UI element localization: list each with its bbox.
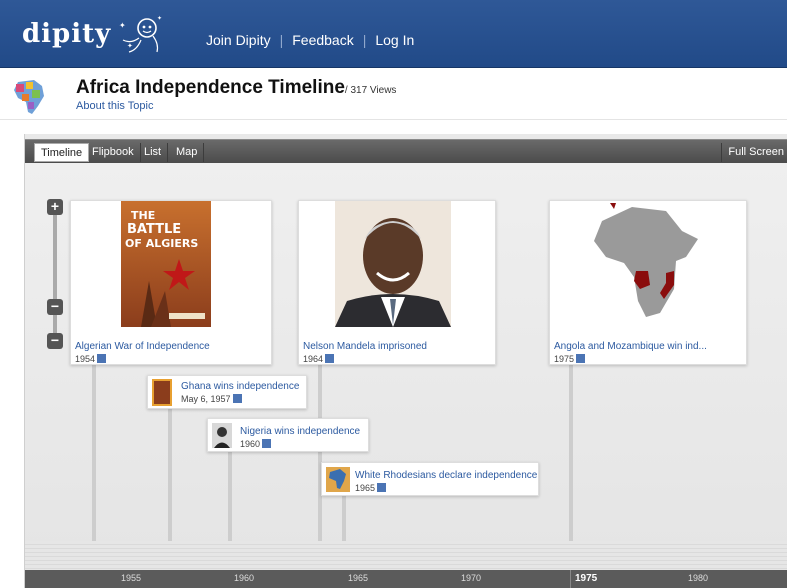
- event-title[interactable]: Nelson Mandela imprisoned: [303, 341, 427, 352]
- sprite-mascot-icon: ✦ ✦ ✦: [119, 15, 162, 53]
- rhodesia-map-graphic: [329, 469, 346, 489]
- tab-list[interactable]: List: [138, 143, 169, 162]
- africa-map-image: [586, 201, 702, 327]
- event-date-text: 1954: [75, 354, 96, 364]
- event-title[interactable]: White Rhodesians declare independence: [355, 470, 537, 481]
- event-stem: [318, 363, 322, 549]
- event-stem: [92, 363, 96, 545]
- link-icon[interactable]: [262, 439, 272, 448]
- axis-tick-label: 1980: [688, 573, 709, 583]
- nav-separator: |: [279, 32, 284, 48]
- zoom-handle[interactable]: −: [47, 299, 63, 315]
- event-date: 1975: [554, 354, 586, 364]
- event-date: 1965: [355, 483, 387, 493]
- nigeria-thumbnail-image: [212, 423, 232, 448]
- ghana-thumbnail-image: [152, 379, 172, 406]
- portrait-graphic: [335, 218, 451, 327]
- site-header: dipity ✦ ✦ ✦ Join Dipity | Feedback | Lo…: [0, 0, 787, 68]
- axis-tick-label: 1955: [121, 573, 142, 583]
- login-link[interactable]: Log In: [375, 32, 414, 48]
- link-icon[interactable]: [232, 394, 242, 403]
- nelson-mandela-photo-image: [335, 201, 451, 327]
- join-link[interactable]: Join Dipity: [206, 32, 271, 48]
- topic-bar: Africa Independence Timeline/ 317 Views …: [0, 68, 787, 120]
- tab-map[interactable]: Map: [170, 143, 205, 162]
- link-icon[interactable]: [97, 354, 107, 363]
- map-graphic: [594, 203, 698, 317]
- link-icon[interactable]: [377, 483, 387, 492]
- link-icon[interactable]: [325, 354, 335, 363]
- event-date: 1964: [303, 354, 335, 364]
- event-date-text: 1975: [554, 354, 575, 364]
- axis-tick-label: 1960: [234, 573, 255, 583]
- link-icon[interactable]: [576, 354, 586, 363]
- top-nav: Join Dipity | Feedback | Log In: [206, 32, 414, 48]
- current-year-marker: [570, 570, 571, 588]
- poster-title-line3: OF ALGIERS: [125, 237, 198, 250]
- logo-text: dipity: [22, 19, 112, 49]
- event-title[interactable]: Nigeria wins independence: [240, 426, 360, 437]
- about-topic-link[interactable]: About this Topic: [76, 100, 153, 112]
- svg-text:✦: ✦: [119, 21, 126, 30]
- event-date-text: 1960: [240, 439, 261, 449]
- zoom-out-icon[interactable]: −: [47, 333, 63, 349]
- time-axis[interactable]: 1955 1960 1965 1970 1975 1980: [25, 570, 787, 588]
- zoom-in-icon[interactable]: +: [47, 199, 63, 215]
- svg-text:✦: ✦: [157, 15, 162, 22]
- poster-title-line2: BATTLE: [127, 222, 181, 237]
- event-card-angola-mozambique[interactable]: Angola and Mozambique win ind... 1975: [549, 200, 747, 365]
- event-date-text: 1964: [303, 354, 324, 364]
- event-title[interactable]: Ghana wins independence: [181, 381, 299, 392]
- axis-tick-label-current: 1975: [575, 573, 598, 584]
- nav-separator: |: [362, 32, 367, 48]
- svg-text:✦: ✦: [127, 42, 133, 50]
- event-card-algeria[interactable]: THE BATTLE OF ALGIERS Algerian War of In…: [70, 200, 272, 365]
- topic-title-text: Africa Independence Timeline: [76, 77, 345, 98]
- tab-timeline[interactable]: Timeline: [34, 143, 90, 162]
- dipity-logo[interactable]: dipity ✦ ✦ ✦: [22, 14, 163, 54]
- view-count: / 317 Views: [344, 85, 397, 96]
- event-date-text: 1965: [355, 483, 376, 493]
- event-stem: [228, 449, 232, 549]
- event-date: May 6, 1957: [181, 394, 242, 404]
- zoom-control: + − −: [47, 199, 63, 349]
- event-card-rhodesia[interactable]: White Rhodesians declare independence 19…: [321, 462, 539, 496]
- axis-tick-label: 1970: [461, 573, 482, 583]
- battle-of-algiers-poster-image: THE BATTLE OF ALGIERS: [121, 201, 211, 327]
- timeline-canvas[interactable]: + − − THE BATTLE OF ALGIERS Algerian War…: [25, 163, 787, 588]
- zoom-track[interactable]: [53, 211, 57, 339]
- nigeria-portrait-graphic: [214, 427, 230, 448]
- poster-title-line1: THE: [131, 209, 155, 222]
- feedback-link[interactable]: Feedback: [292, 32, 353, 48]
- tab-flipbook[interactable]: Flipbook: [86, 143, 141, 162]
- event-date-text: May 6, 1957: [181, 394, 231, 404]
- event-title[interactable]: Algerian War of Independence: [75, 341, 210, 352]
- event-stem: [569, 363, 573, 545]
- poster-graphic: THE BATTLE OF ALGIERS: [125, 209, 205, 327]
- rhodesia-thumbnail-image: [326, 467, 350, 492]
- axis-tick-label: 1965: [348, 573, 369, 583]
- event-date: 1960: [240, 439, 272, 449]
- event-stem: [168, 403, 172, 549]
- event-date: 1954: [75, 354, 107, 364]
- africa-collage-icon: [14, 80, 44, 114]
- event-card-ghana[interactable]: Ghana wins independence May 6, 1957: [147, 375, 307, 409]
- event-card-mandela[interactable]: Nelson Mandela imprisoned 1964: [298, 200, 496, 365]
- fullscreen-button[interactable]: Full Screen: [721, 143, 784, 162]
- event-title[interactable]: Angola and Mozambique win ind...: [554, 341, 707, 352]
- event-card-nigeria[interactable]: Nigeria wins independence 1960: [207, 418, 369, 452]
- view-tabs: Timeline Flipbook List Map Full Screen: [25, 139, 787, 163]
- timeline-widget: Timeline Flipbook List Map Full Screen +…: [24, 134, 787, 588]
- page-title: Africa Independence Timeline/ 317 Views: [76, 77, 396, 99]
